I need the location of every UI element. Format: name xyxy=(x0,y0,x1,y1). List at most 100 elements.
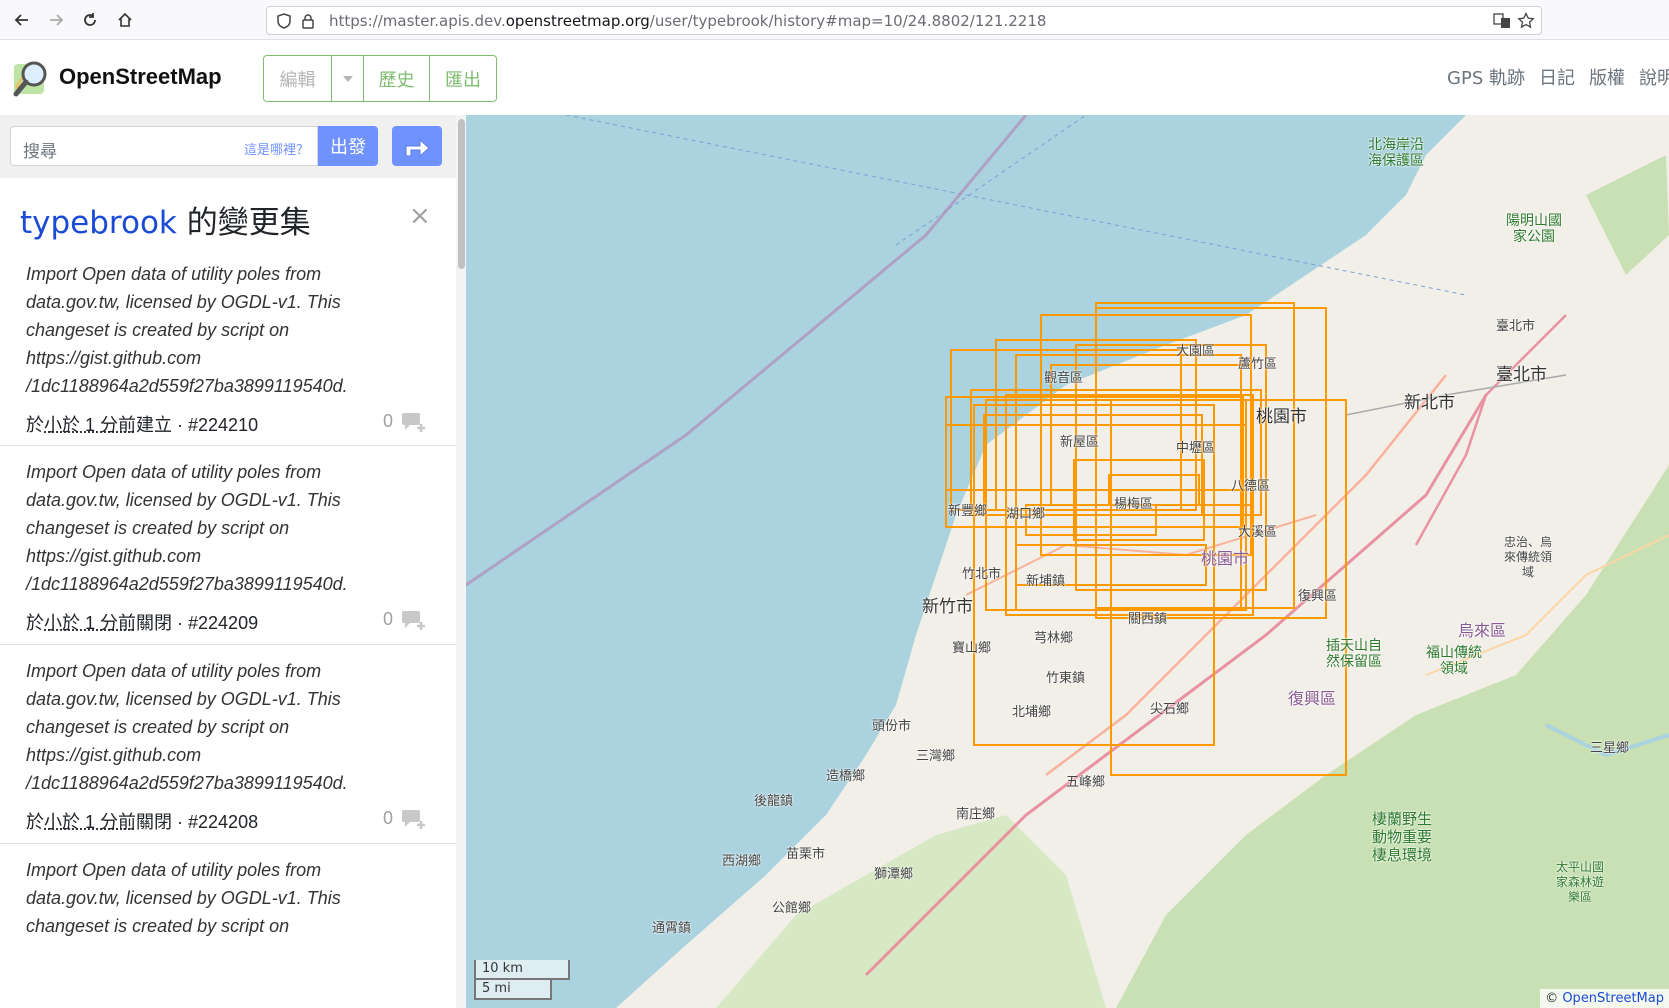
map-label[interactable]: 造橋鄉 xyxy=(826,765,865,784)
map-label[interactable]: 北埔鄉 xyxy=(1012,701,1051,720)
map-label[interactable]: 中壢區 xyxy=(1176,437,1215,456)
directions-icon xyxy=(403,134,431,158)
map-label[interactable]: 觀音區 xyxy=(1044,367,1083,386)
map-label[interactable]: 新埔鎮 xyxy=(1026,570,1065,589)
search-form: 搜尋 這是哪裡？ 出發 xyxy=(0,115,456,178)
reload-icon[interactable] xyxy=(78,8,102,32)
lock-icon[interactable] xyxy=(299,12,317,30)
comment-count: 0 xyxy=(383,411,393,432)
map-label[interactable]: 插天山自 然保留區 xyxy=(1326,638,1382,670)
map-label[interactable]: 三灣鄉 xyxy=(916,745,955,764)
changeset-time: 小於 1 分前 xyxy=(44,415,136,435)
directions-button[interactable] xyxy=(392,126,442,166)
map-label[interactable]: 三星鄉 xyxy=(1590,737,1629,756)
map-label[interactable]: 福山傳統 領域 xyxy=(1426,645,1482,677)
changeset-time: 小於 1 分前 xyxy=(44,812,136,832)
map-label[interactable]: 公館鄉 xyxy=(772,897,811,916)
map-label[interactable]: 新北市 xyxy=(1404,388,1455,413)
map-label[interactable]: 芎林鄉 xyxy=(1034,627,1073,646)
shield-icon[interactable] xyxy=(275,12,293,30)
map-label[interactable]: 棲蘭野生 動物重要 棲息環境 xyxy=(1372,810,1432,864)
changeset-comment[interactable]: Import Open data of utility poles from d… xyxy=(26,260,436,400)
map-label[interactable]: 新屋區 xyxy=(1060,431,1099,450)
nav-help[interactable]: 說明 xyxy=(1639,64,1669,90)
map-base-layer xyxy=(466,115,1669,1008)
map-label[interactable]: 蘆竹區 xyxy=(1238,353,1277,372)
attribution-prefix: © xyxy=(1545,991,1562,1006)
map-label[interactable]: 復興區 xyxy=(1288,685,1336,709)
changeset-item[interactable]: Import Open data of utility poles from d… xyxy=(0,645,456,844)
changeset-comment[interactable]: Import Open data of utility poles from d… xyxy=(26,458,436,598)
comment-add-icon xyxy=(402,412,426,434)
map-label[interactable]: 楊梅區 xyxy=(1114,493,1153,512)
map-label[interactable]: 新豐鄉 xyxy=(948,500,987,519)
map-label[interactable]: 頭份市 xyxy=(872,715,911,734)
changeset-item[interactable]: Import Open data of utility poles from d… xyxy=(0,844,456,1008)
sidebar: 搜尋 這是哪裡？ 出發 typebrook 的變更集 × Import Open… xyxy=(0,115,466,1008)
map-label[interactable]: 湖口鄉 xyxy=(1006,503,1045,522)
scale-km: 10 km xyxy=(474,960,570,980)
map-label[interactable]: 烏來區 xyxy=(1458,617,1506,641)
map-label[interactable]: 新竹市 xyxy=(922,592,973,617)
map-label[interactable]: 桃園市 xyxy=(1256,402,1307,427)
edit-button-group: 編輯 歷史 匯出 xyxy=(263,55,497,102)
nav-diary[interactable]: 日記 xyxy=(1539,64,1575,90)
changeset-id[interactable]: · #224208 xyxy=(172,812,258,832)
map-label[interactable]: 竹北市 xyxy=(962,563,1001,582)
map-label[interactable]: 桃園市 xyxy=(1201,545,1249,569)
close-panel-button[interactable]: × xyxy=(409,201,431,231)
forward-icon[interactable] xyxy=(44,8,68,32)
map-label[interactable]: 忠治、烏 來傳統領 域 xyxy=(1504,535,1552,580)
map-label[interactable]: 苗栗市 xyxy=(786,843,825,862)
map-label[interactable]: 後龍鎮 xyxy=(754,790,793,809)
changeset-comment[interactable]: Import Open data of utility poles from d… xyxy=(26,856,436,940)
url-text[interactable]: https://master.apis.dev.openstreetmap.or… xyxy=(329,12,1046,30)
bookmark-star-icon[interactable] xyxy=(1517,12,1535,30)
panel-title: typebrook 的變更集 xyxy=(20,197,311,242)
map-label[interactable]: 臺北市 xyxy=(1496,315,1535,334)
map-label[interactable]: 尖石鄉 xyxy=(1150,698,1189,717)
map-label[interactable]: 五峰鄉 xyxy=(1066,771,1105,790)
map-label[interactable]: 獅潭鄉 xyxy=(874,863,913,882)
map-label[interactable]: 八德區 xyxy=(1231,475,1270,494)
nav-gps-traces[interactable]: GPS 軌跡 xyxy=(1447,64,1525,90)
url-bar[interactable]: https://master.apis.dev.openstreetmap.or… xyxy=(266,6,1542,35)
changeset-action: 關閉 xyxy=(136,812,172,832)
map-label[interactable]: 北海岸沿 海保護區 xyxy=(1368,137,1424,169)
home-icon[interactable] xyxy=(113,8,137,32)
map-label[interactable]: 西湖鄉 xyxy=(722,850,761,869)
attribution-link[interactable]: OpenStreetMap xyxy=(1562,991,1664,1006)
history-button[interactable]: 歷史 xyxy=(364,56,430,101)
map-label[interactable]: 關西鎮 xyxy=(1128,608,1167,627)
map-label[interactable]: 竹東鎮 xyxy=(1046,667,1085,686)
go-button[interactable]: 出發 xyxy=(318,126,378,166)
sidebar-scrollbar-thumb[interactable] xyxy=(458,119,465,269)
map-label[interactable]: 南庄鄉 xyxy=(956,803,995,822)
back-icon[interactable] xyxy=(10,8,34,32)
map-label[interactable]: 大溪區 xyxy=(1238,521,1277,540)
export-button[interactable]: 匯出 xyxy=(430,56,496,101)
changeset-item[interactable]: Import Open data of utility poles from d… xyxy=(0,248,456,446)
brand-name[interactable]: OpenStreetMap xyxy=(59,64,222,90)
changeset-comment[interactable]: Import Open data of utility poles from d… xyxy=(26,657,436,797)
nav-copyright[interactable]: 版權 xyxy=(1589,64,1625,90)
where-is-this-link[interactable]: 這是哪裡？ xyxy=(244,139,309,158)
map-label[interactable]: 太平山國 家森林遊 樂區 xyxy=(1556,860,1604,905)
username-link[interactable]: typebrook xyxy=(20,205,177,241)
map-label[interactable]: 寶山鄉 xyxy=(952,637,991,656)
osm-logo-icon[interactable] xyxy=(12,58,52,98)
translate-icon[interactable] xyxy=(1493,12,1511,30)
edit-button[interactable]: 編輯 xyxy=(264,56,332,101)
changeset-id[interactable]: · #224210 xyxy=(172,415,258,435)
map-label[interactable]: 大園區 xyxy=(1176,340,1215,359)
map-label[interactable]: 復興區 xyxy=(1298,585,1337,604)
map-label[interactable]: 陽明山國 家公園 xyxy=(1506,213,1562,245)
search-input[interactable]: 搜尋 這是哪裡？ xyxy=(10,126,318,166)
changeset-id[interactable]: · #224209 xyxy=(172,613,258,633)
changeset-item[interactable]: Import Open data of utility poles from d… xyxy=(0,446,456,645)
map-label[interactable]: 臺北市 xyxy=(1496,360,1547,385)
map-view[interactable]: 北海岸沿 海保護區 陽明山國 家公園 臺北市 臺北市 新北市 桃園市 桃園市 大… xyxy=(466,115,1669,1008)
edit-dropdown-button[interactable] xyxy=(332,56,364,101)
map-label[interactable]: 通霄鎮 xyxy=(652,917,691,936)
maritime-boundary xyxy=(466,115,1026,585)
